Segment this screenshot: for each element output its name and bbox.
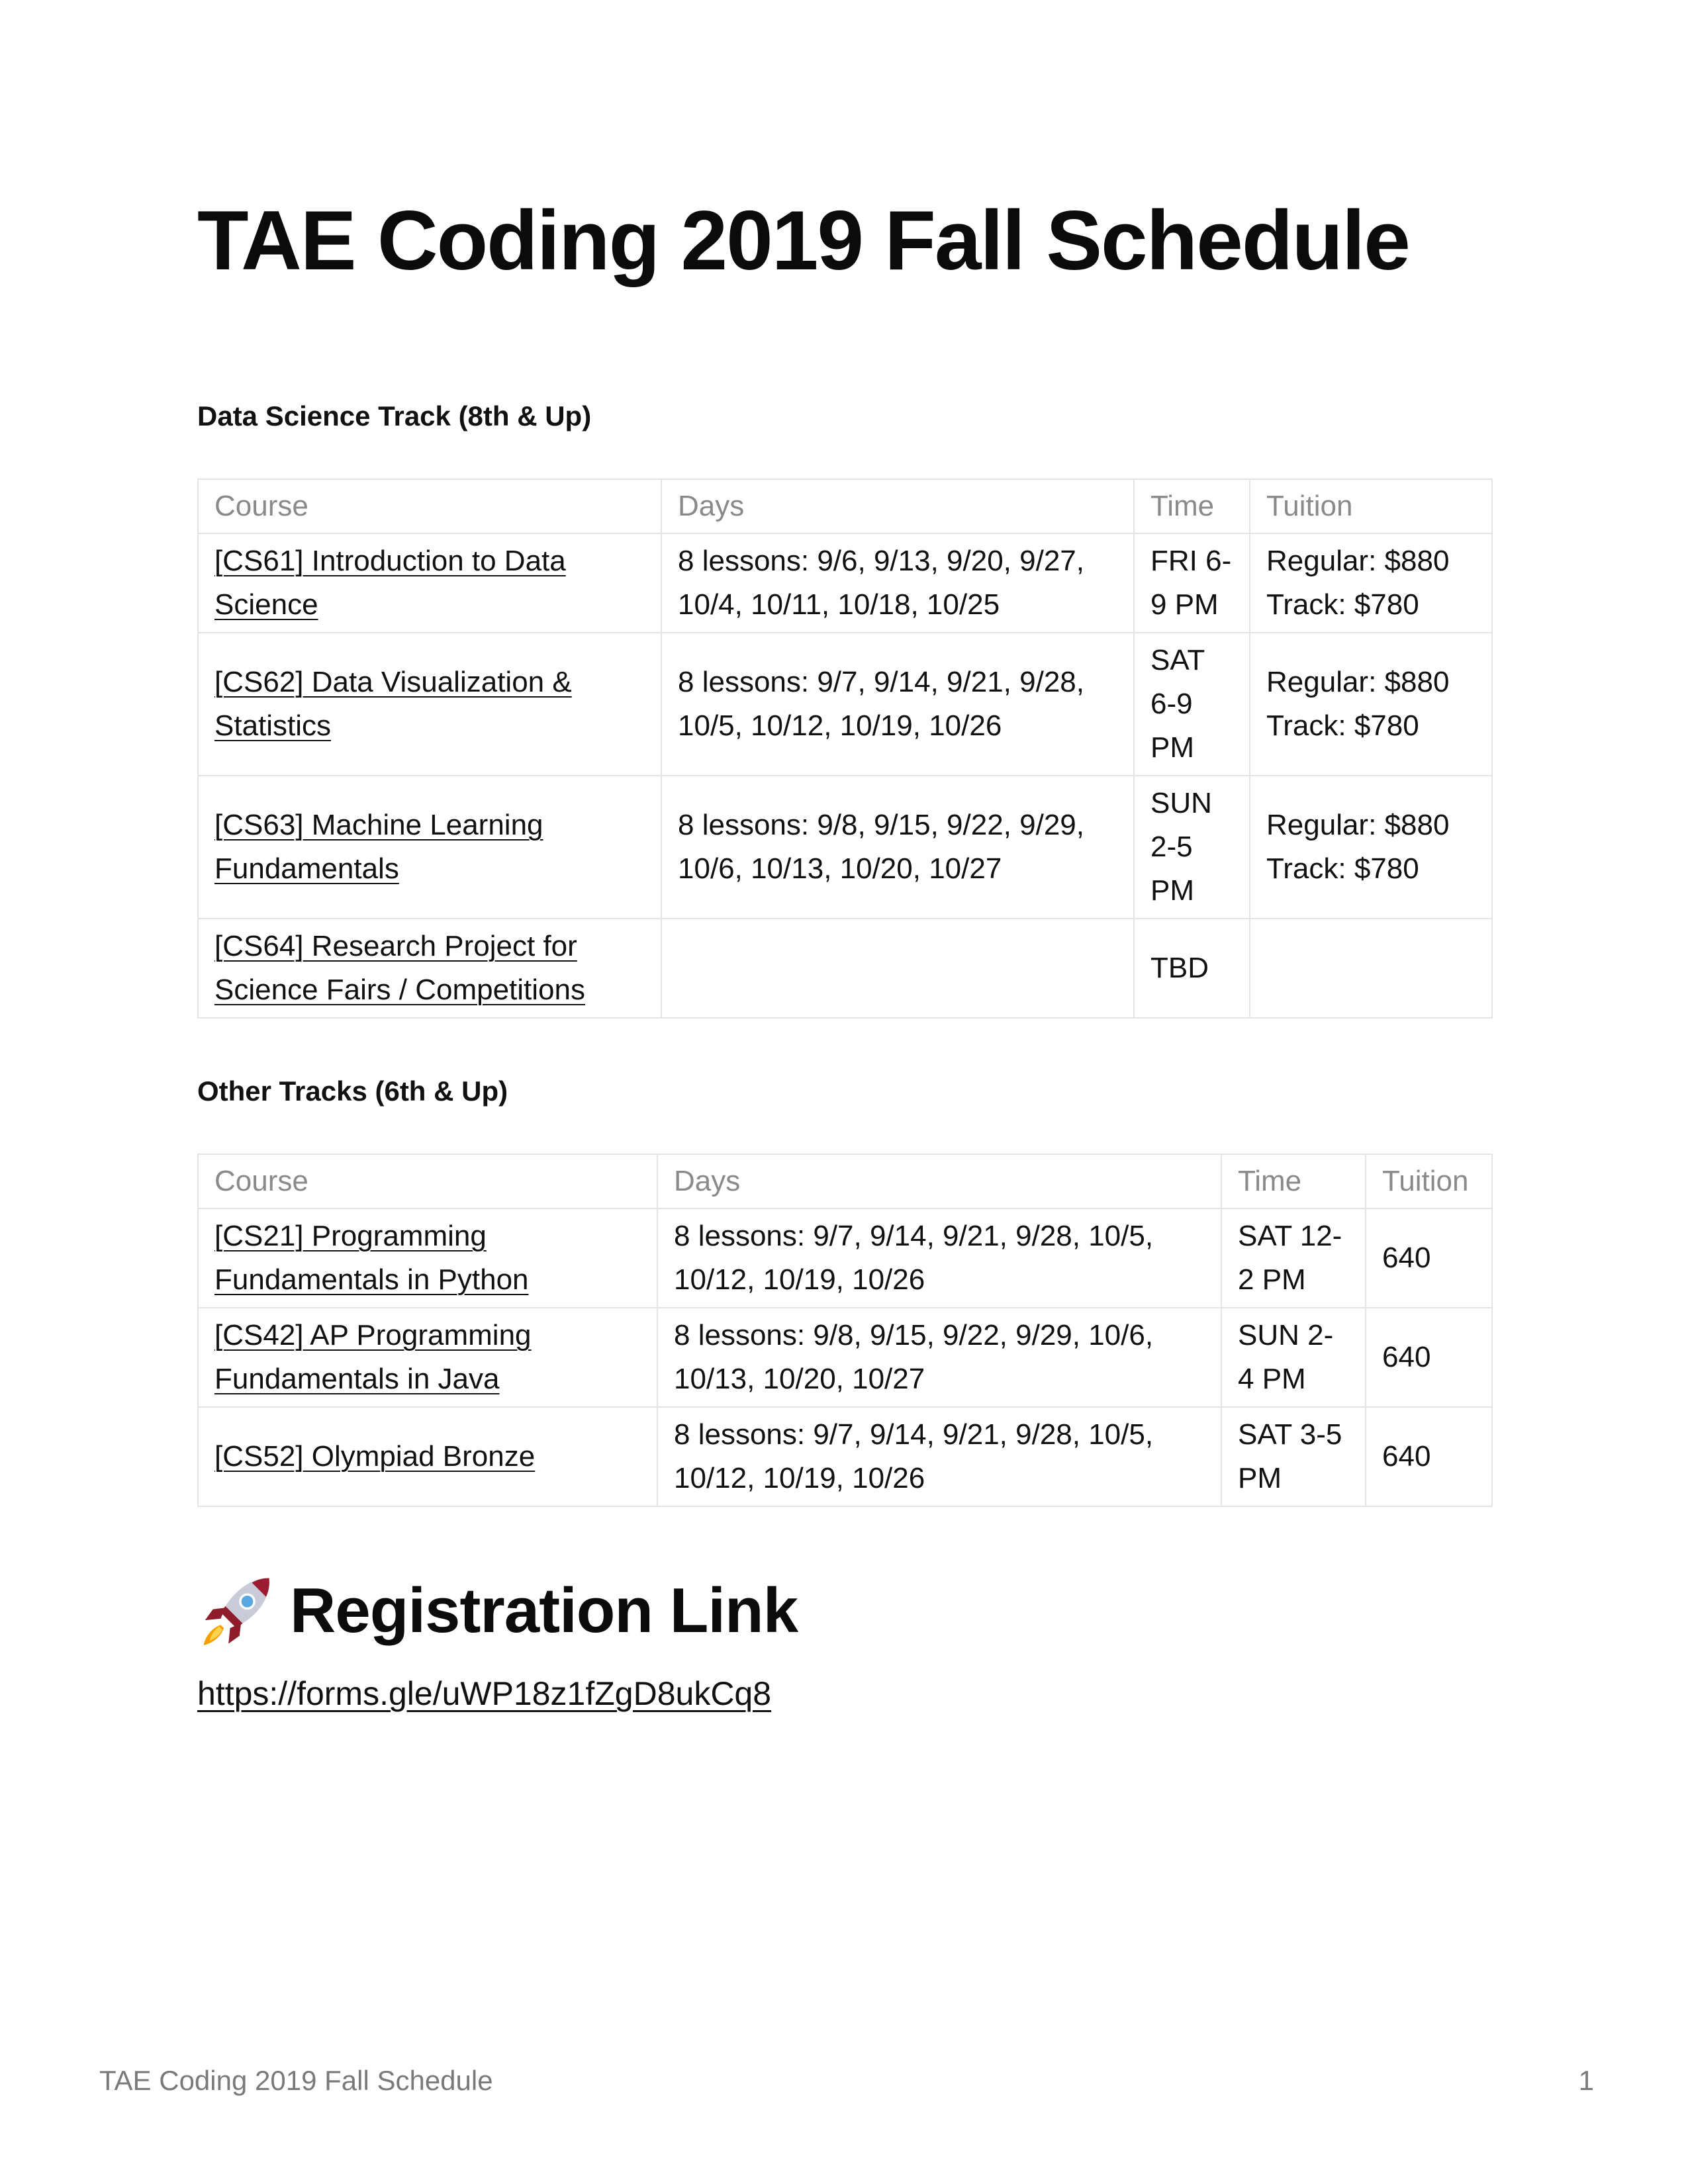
time-cell: SUN 2-4 PM: [1221, 1307, 1366, 1408]
table-row: [CS64] Research Project for Science Fair…: [197, 918, 1493, 1019]
other-tracks-heading: Other Tracks (6th & Up): [197, 1075, 508, 1107]
table-row: [CS42] AP Programming Fundamentals in Ja…: [197, 1307, 1493, 1408]
tuition-cell: [1249, 918, 1493, 1019]
tuition-track: Track: $780: [1266, 588, 1419, 621]
table-row: [CS62] Data Visualization & Statistics 8…: [197, 632, 1493, 776]
time-cell: SAT 12-2 PM: [1221, 1208, 1366, 1308]
page-number: 1: [1578, 2065, 1594, 2096]
tuition-cell: 640: [1365, 1208, 1493, 1308]
tuition-cell: 640: [1365, 1307, 1493, 1408]
tuition-track: Track: $780: [1266, 709, 1419, 742]
course-cell: [CS42] AP Programming Fundamentals in Ja…: [197, 1307, 658, 1408]
registration-link[interactable]: https://forms.gle/uWP18z1fZgD8ukCq8: [197, 1674, 771, 1713]
registration-heading-label: Registration Link: [290, 1575, 798, 1646]
column-header-days: Days: [657, 1154, 1222, 1209]
tuition-regular: Regular: $880: [1266, 809, 1450, 841]
course-link[interactable]: [CS21] Programming Fundamentals in Pytho…: [214, 1220, 529, 1296]
tuition-cell: Regular: $880 Track: $780: [1249, 533, 1493, 633]
days-cell: 8 lessons: 9/7, 9/14, 9/21, 9/28, 10/5, …: [661, 632, 1135, 776]
registration-heading: Registration Link: [197, 1572, 798, 1650]
course-link[interactable]: [CS63] Machine Learning Fundamentals: [214, 809, 543, 885]
column-header-tuition: Tuition: [1365, 1154, 1493, 1209]
days-cell: 8 lessons: 9/6, 9/13, 9/20, 9/27, 10/4, …: [661, 533, 1135, 633]
data-science-heading: Data Science Track (8th & Up): [197, 400, 592, 432]
time-cell: FRI 6-9 PM: [1133, 533, 1250, 633]
other-tracks-table: Course Days Time Tuition [CS21] Programm…: [197, 1154, 1493, 1507]
column-header-days: Days: [661, 478, 1135, 534]
tuition-cell: Regular: $880 Track: $780: [1249, 632, 1493, 776]
course-link[interactable]: [CS62] Data Visualization & Statistics: [214, 666, 572, 742]
tuition-regular: Regular: $880: [1266, 666, 1450, 698]
page-title: TAE Coding 2019 Fall Schedule: [197, 193, 1411, 287]
days-cell: 8 lessons: 9/7, 9/14, 9/21, 9/28, 10/5, …: [657, 1208, 1222, 1308]
table-row: [CS63] Machine Learning Fundamentals 8 l…: [197, 775, 1493, 919]
table-row: [CS61] Introduction to Data Science 8 le…: [197, 533, 1493, 633]
footer-title: TAE Coding 2019 Fall Schedule: [99, 2065, 493, 2096]
time-cell: SAT 6-9 PM: [1133, 632, 1250, 776]
tuition-regular: Regular: $880: [1266, 545, 1450, 577]
course-link[interactable]: [CS61] Introduction to Data Science: [214, 545, 566, 621]
table-header-row: Course Days Time Tuition: [197, 478, 1493, 534]
days-cell: 8 lessons: 9/7, 9/14, 9/21, 9/28, 10/5, …: [657, 1406, 1222, 1507]
days-cell: 8 lessons: 9/8, 9/15, 9/22, 9/29, 10/6, …: [661, 775, 1135, 919]
tuition-cell: 640: [1365, 1406, 1493, 1507]
tuition-track: Track: $780: [1266, 852, 1419, 885]
column-header-time: Time: [1221, 1154, 1366, 1209]
course-link[interactable]: [CS64] Research Project for Science Fair…: [214, 930, 585, 1006]
days-cell: [661, 918, 1135, 1019]
column-header-time: Time: [1133, 478, 1250, 534]
column-header-tuition: Tuition: [1249, 478, 1493, 534]
table-row: [CS21] Programming Fundamentals in Pytho…: [197, 1208, 1493, 1308]
course-link[interactable]: [CS42] AP Programming Fundamentals in Ja…: [214, 1319, 532, 1395]
course-cell: [CS61] Introduction to Data Science: [197, 533, 662, 633]
table-row: [CS52] Olympiad Bronze 8 lessons: 9/7, 9…: [197, 1406, 1493, 1507]
course-link[interactable]: [CS52] Olympiad Bronze: [214, 1440, 535, 1473]
course-cell: [CS64] Research Project for Science Fair…: [197, 918, 662, 1019]
time-cell: TBD: [1133, 918, 1250, 1019]
days-cell: 8 lessons: 9/8, 9/15, 9/22, 9/29, 10/6, …: [657, 1307, 1222, 1408]
time-cell: SUN 2-5 PM: [1133, 775, 1250, 919]
course-cell: [CS21] Programming Fundamentals in Pytho…: [197, 1208, 658, 1308]
column-header-course: Course: [197, 478, 662, 534]
course-cell: [CS63] Machine Learning Fundamentals: [197, 775, 662, 919]
column-header-course: Course: [197, 1154, 658, 1209]
tuition-cell: Regular: $880 Track: $780: [1249, 775, 1493, 919]
rocket-icon: [197, 1572, 275, 1650]
time-cell: SAT 3-5 PM: [1221, 1406, 1366, 1507]
data-science-table: Course Days Time Tuition [CS61] Introduc…: [197, 478, 1493, 1019]
course-cell: [CS62] Data Visualization & Statistics: [197, 632, 662, 776]
course-cell: [CS52] Olympiad Bronze: [197, 1406, 658, 1507]
table-header-row: Course Days Time Tuition: [197, 1154, 1493, 1209]
